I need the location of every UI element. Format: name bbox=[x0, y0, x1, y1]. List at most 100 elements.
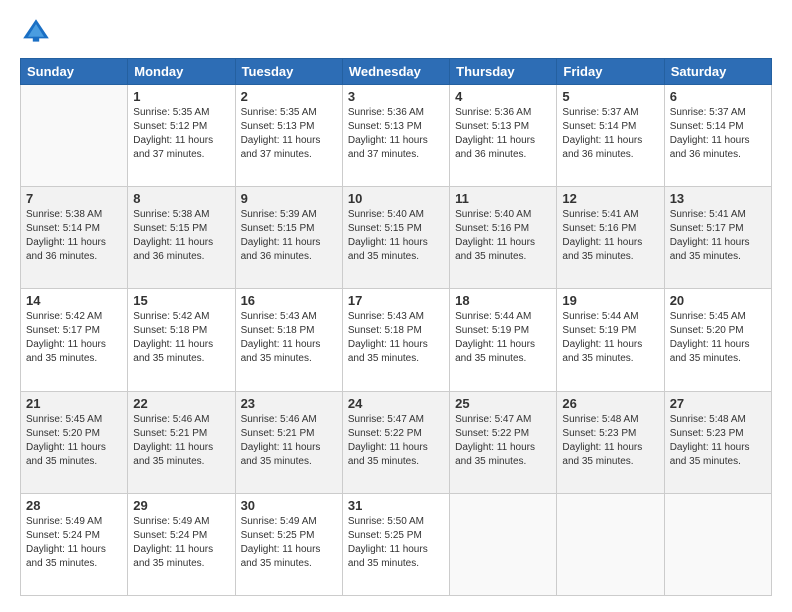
day-info: Sunrise: 5:38 AM Sunset: 5:15 PM Dayligh… bbox=[133, 208, 229, 264]
calendar-cell: 30 Sunrise: 5:49 AM Sunset: 5:25 PM Dayli… bbox=[235, 493, 342, 595]
day-number: 17 bbox=[348, 293, 444, 308]
calendar-cell: 22Sunrise: 5:46 AM Sunset: 5:21 PM Dayli… bbox=[128, 391, 235, 493]
calendar-cell: 10Sunrise: 5:40 AM Sunset: 5:15 PM Dayli… bbox=[342, 187, 449, 289]
page: SundayMondayTuesdayWednesdayThursdayFrid… bbox=[0, 0, 792, 612]
logo-icon bbox=[20, 16, 52, 48]
day-number: 19 bbox=[562, 293, 658, 308]
day-number: 6 bbox=[670, 89, 766, 104]
day-info: Sunrise: 5:35 AM Sunset: 5:12 PM Dayligh… bbox=[133, 106, 229, 162]
day-number: 3 bbox=[348, 89, 444, 104]
day-info: Sunrise: 5:47 AM Sunset: 5:22 PM Dayligh… bbox=[348, 413, 444, 469]
calendar-cell: 11 Sunrise: 5:40 AM Sunset: 5:16 PM Dayli… bbox=[450, 187, 557, 289]
calendar-cell bbox=[450, 493, 557, 595]
day-number: 27 bbox=[670, 396, 766, 411]
weekday-header-saturday: Saturday bbox=[664, 59, 771, 85]
day-info: Sunrise: 5:41 AM Sunset: 5:17 PM Dayligh… bbox=[670, 208, 766, 264]
day-number: 28 bbox=[26, 498, 122, 513]
day-number: 22 bbox=[133, 396, 229, 411]
day-number: 21 bbox=[26, 396, 122, 411]
day-info: Sunrise: 5:37 AM Sunset: 5:14 PM Dayligh… bbox=[562, 106, 658, 162]
day-number: 24 bbox=[348, 396, 444, 411]
day-number: 20 bbox=[670, 293, 766, 308]
day-number: 26 bbox=[562, 396, 658, 411]
calendar-week-row: 28 Sunrise: 5:49 AM Sunset: 5:24 PM Dayli… bbox=[21, 493, 772, 595]
calendar-cell: 13 Sunrise: 5:41 AM Sunset: 5:17 PM Dayli… bbox=[664, 187, 771, 289]
weekday-header-thursday: Thursday bbox=[450, 59, 557, 85]
day-number: 8 bbox=[133, 191, 229, 206]
day-number: 7 bbox=[26, 191, 122, 206]
day-info: Sunrise: 5:40 AM Sunset: 5:16 PM Dayligh… bbox=[455, 208, 551, 264]
calendar-week-row: 1 Sunrise: 5:35 AM Sunset: 5:12 PM Daylig… bbox=[21, 85, 772, 187]
calendar-cell: 6 Sunrise: 5:37 AM Sunset: 5:14 PM Daylig… bbox=[664, 85, 771, 187]
calendar-cell: 2Sunrise: 5:35 AM Sunset: 5:13 PM Daylig… bbox=[235, 85, 342, 187]
calendar-cell: 14 Sunrise: 5:42 AM Sunset: 5:17 PM Dayli… bbox=[21, 289, 128, 391]
day-info: Sunrise: 5:49 AM Sunset: 5:25 PM Dayligh… bbox=[241, 515, 337, 571]
day-number: 25 bbox=[455, 396, 551, 411]
calendar-cell: 4 Sunrise: 5:36 AM Sunset: 5:13 PM Daylig… bbox=[450, 85, 557, 187]
calendar-cell: 27 Sunrise: 5:48 AM Sunset: 5:23 PM Dayli… bbox=[664, 391, 771, 493]
day-number: 2 bbox=[241, 89, 337, 104]
day-info: Sunrise: 5:42 AM Sunset: 5:17 PM Dayligh… bbox=[26, 310, 122, 366]
calendar-cell: 21 Sunrise: 5:45 AM Sunset: 5:20 PM Dayli… bbox=[21, 391, 128, 493]
day-info: Sunrise: 5:41 AM Sunset: 5:16 PM Dayligh… bbox=[562, 208, 658, 264]
day-number: 1 bbox=[133, 89, 229, 104]
day-info: Sunrise: 5:36 AM Sunset: 5:13 PM Dayligh… bbox=[455, 106, 551, 162]
day-info: Sunrise: 5:43 AM Sunset: 5:18 PM Dayligh… bbox=[348, 310, 444, 366]
day-info: Sunrise: 5:39 AM Sunset: 5:15 PM Dayligh… bbox=[241, 208, 337, 264]
calendar-table: SundayMondayTuesdayWednesdayThursdayFrid… bbox=[20, 58, 772, 596]
day-number: 31 bbox=[348, 498, 444, 513]
calendar-cell bbox=[664, 493, 771, 595]
day-info: Sunrise: 5:48 AM Sunset: 5:23 PM Dayligh… bbox=[670, 413, 766, 469]
calendar-week-row: 14 Sunrise: 5:42 AM Sunset: 5:17 PM Dayli… bbox=[21, 289, 772, 391]
day-number: 23 bbox=[241, 396, 337, 411]
calendar-cell: 1 Sunrise: 5:35 AM Sunset: 5:12 PM Daylig… bbox=[128, 85, 235, 187]
calendar-cell: 23Sunrise: 5:46 AM Sunset: 5:21 PM Dayli… bbox=[235, 391, 342, 493]
calendar-week-row: 21 Sunrise: 5:45 AM Sunset: 5:20 PM Dayli… bbox=[21, 391, 772, 493]
day-number: 13 bbox=[670, 191, 766, 206]
calendar-cell: 9 Sunrise: 5:39 AM Sunset: 5:15 PM Daylig… bbox=[235, 187, 342, 289]
calendar-cell bbox=[557, 493, 664, 595]
calendar-cell: 15 Sunrise: 5:42 AM Sunset: 5:18 PM Dayli… bbox=[128, 289, 235, 391]
day-number: 10 bbox=[348, 191, 444, 206]
calendar-cell: 16 Sunrise: 5:43 AM Sunset: 5:18 PM Dayli… bbox=[235, 289, 342, 391]
calendar-cell bbox=[21, 85, 128, 187]
day-number: 9 bbox=[241, 191, 337, 206]
day-info: Sunrise: 5:50 AM Sunset: 5:25 PM Dayligh… bbox=[348, 515, 444, 571]
day-info: Sunrise: 5:49 AM Sunset: 5:24 PM Dayligh… bbox=[133, 515, 229, 571]
day-info: Sunrise: 5:48 AM Sunset: 5:23 PM Dayligh… bbox=[562, 413, 658, 469]
day-number: 5 bbox=[562, 89, 658, 104]
day-info: Sunrise: 5:43 AM Sunset: 5:18 PM Dayligh… bbox=[241, 310, 337, 366]
calendar-cell: 17 Sunrise: 5:43 AM Sunset: 5:18 PM Dayli… bbox=[342, 289, 449, 391]
weekday-header-friday: Friday bbox=[557, 59, 664, 85]
day-info: Sunrise: 5:37 AM Sunset: 5:14 PM Dayligh… bbox=[670, 106, 766, 162]
day-number: 4 bbox=[455, 89, 551, 104]
day-number: 15 bbox=[133, 293, 229, 308]
day-info: Sunrise: 5:47 AM Sunset: 5:22 PM Dayligh… bbox=[455, 413, 551, 469]
day-number: 18 bbox=[455, 293, 551, 308]
day-number: 11 bbox=[455, 191, 551, 206]
weekday-header-sunday: Sunday bbox=[21, 59, 128, 85]
header bbox=[20, 16, 772, 48]
calendar-cell: 18 Sunrise: 5:44 AM Sunset: 5:19 PM Dayli… bbox=[450, 289, 557, 391]
weekday-header-row: SundayMondayTuesdayWednesdayThursdayFrid… bbox=[21, 59, 772, 85]
weekday-header-tuesday: Tuesday bbox=[235, 59, 342, 85]
calendar-cell: 8 Sunrise: 5:38 AM Sunset: 5:15 PM Daylig… bbox=[128, 187, 235, 289]
calendar-week-row: 7 Sunrise: 5:38 AM Sunset: 5:14 PM Daylig… bbox=[21, 187, 772, 289]
day-info: Sunrise: 5:45 AM Sunset: 5:20 PM Dayligh… bbox=[670, 310, 766, 366]
calendar-cell: 19 Sunrise: 5:44 AM Sunset: 5:19 PM Dayli… bbox=[557, 289, 664, 391]
calendar-cell: 7 Sunrise: 5:38 AM Sunset: 5:14 PM Daylig… bbox=[21, 187, 128, 289]
calendar-cell: 24 Sunrise: 5:47 AM Sunset: 5:22 PM Dayli… bbox=[342, 391, 449, 493]
calendar-cell: 12Sunrise: 5:41 AM Sunset: 5:16 PM Dayli… bbox=[557, 187, 664, 289]
day-info: Sunrise: 5:42 AM Sunset: 5:18 PM Dayligh… bbox=[133, 310, 229, 366]
day-number: 14 bbox=[26, 293, 122, 308]
logo bbox=[20, 16, 58, 48]
day-info: Sunrise: 5:45 AM Sunset: 5:20 PM Dayligh… bbox=[26, 413, 122, 469]
calendar-cell: 31 Sunrise: 5:50 AM Sunset: 5:25 PM Dayli… bbox=[342, 493, 449, 595]
calendar-cell: 20 Sunrise: 5:45 AM Sunset: 5:20 PM Dayli… bbox=[664, 289, 771, 391]
day-info: Sunrise: 5:44 AM Sunset: 5:19 PM Dayligh… bbox=[562, 310, 658, 366]
day-info: Sunrise: 5:38 AM Sunset: 5:14 PM Dayligh… bbox=[26, 208, 122, 264]
day-number: 30 bbox=[241, 498, 337, 513]
day-number: 16 bbox=[241, 293, 337, 308]
calendar-cell: 5 Sunrise: 5:37 AM Sunset: 5:14 PM Daylig… bbox=[557, 85, 664, 187]
day-info: Sunrise: 5:44 AM Sunset: 5:19 PM Dayligh… bbox=[455, 310, 551, 366]
